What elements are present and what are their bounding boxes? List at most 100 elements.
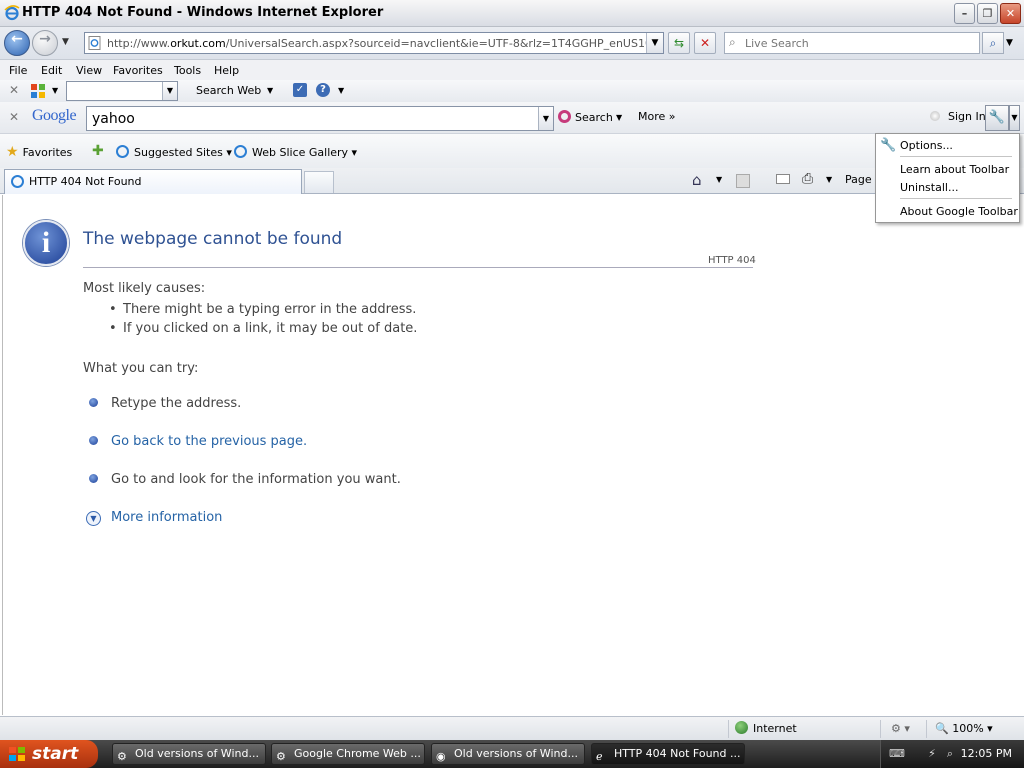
taskbar-item-active[interactable]: ℯ HTTP 404 Not Found ... [591, 743, 745, 765]
print-icon[interactable]: ⎙ [802, 171, 813, 187]
menu-edit[interactable]: Edit [41, 64, 62, 77]
refresh-button[interactable]: ⇆ [668, 32, 690, 54]
search-options-dropdown[interactable]: ▼ [1006, 38, 1013, 48]
maximize-button[interactable]: ❐ [977, 3, 998, 24]
recent-pages-dropdown[interactable]: ▼ [62, 37, 69, 47]
menu-item-uninstall[interactable]: Uninstall... [900, 181, 958, 194]
menu-file[interactable]: File [9, 64, 27, 77]
home-icon[interactable]: ⌂ [692, 171, 702, 189]
taskbar-item[interactable]: ◉ Old versions of Wind... [431, 743, 585, 765]
zoom-level: 100% [952, 722, 984, 735]
addon-toolbar: ✕ ▼ ▼ Search Web ▼ ✓ ? ▼ [0, 80, 1024, 102]
live-search-box[interactable]: ⌕ [724, 32, 980, 54]
live-search-input[interactable] [745, 35, 975, 51]
menu-tools[interactable]: Tools [174, 64, 201, 77]
network-icon[interactable]: ⚡ [925, 747, 939, 761]
app-icon: ⚙ [276, 750, 286, 763]
bullet-icon [89, 474, 98, 483]
more-information-link[interactable]: More information [111, 510, 222, 525]
feeds-icon[interactable] [736, 174, 750, 188]
home-dropdown-icon[interactable]: ▼ [716, 175, 722, 184]
start-button[interactable]: start [0, 740, 98, 768]
search-web-dropdown-icon[interactable]: ▼ [267, 86, 273, 95]
taskbar: start ⚙ Old versions of Wind... ⚙ Google C… [0, 740, 1024, 768]
chrome-icon: ◉ [436, 750, 446, 763]
checkmark-icon[interactable]: ✓ [293, 83, 307, 97]
zoom-icon: 🔍 [935, 722, 949, 735]
bullet-icon [89, 398, 98, 407]
web-slice-gallery-link[interactable]: Web Slice Gallery ▾ [234, 145, 357, 159]
menu-view[interactable]: View [76, 64, 102, 77]
go-back-link[interactable]: Go back to the previous page. [111, 434, 307, 449]
tab-http-404[interactable]: HTTP 404 Not Found [4, 169, 302, 194]
taskbar-item[interactable]: ⚙ Old versions of Wind... [112, 743, 266, 765]
chevron-down-icon[interactable]: ▼ [538, 107, 553, 130]
web-slice-label: Web Slice Gallery ▾ [252, 146, 358, 159]
google-search-box[interactable]: ▼ [86, 106, 554, 131]
menu-help[interactable]: Help [214, 64, 239, 77]
wrench-icon: 🔧 [880, 138, 897, 153]
mail-icon[interactable] [776, 174, 790, 184]
minimize-button[interactable]: – [954, 3, 975, 24]
wrench-dropdown-icon[interactable]: ▼ [1009, 105, 1020, 131]
back-button[interactable]: ← [4, 30, 30, 56]
wrench-icon[interactable]: 🔧 [985, 105, 1009, 131]
security-zone[interactable]: Internet [728, 720, 797, 738]
menu-separator [900, 156, 1012, 157]
address-field[interactable]: http://www.orkut.com/UniversalSearch.asp… [84, 32, 664, 54]
stop-button[interactable]: ✕ [694, 32, 716, 54]
sign-in-button[interactable]: Sign In [930, 110, 986, 123]
page-ie-icon [88, 36, 101, 50]
ie-icon [11, 175, 24, 188]
zoom-dropdown-icon: ▾ [987, 722, 993, 735]
page-menu-button[interactable]: Page [845, 173, 872, 186]
new-tab-button[interactable] [304, 171, 334, 193]
close-toolbar-icon[interactable]: ✕ [9, 83, 19, 97]
live-search-go-button[interactable]: ⌕ [982, 32, 1004, 54]
more-button[interactable]: More » [638, 110, 676, 123]
favorites-button[interactable]: ★ Favorites [6, 144, 72, 160]
task-label: HTTP 404 Not Found ... [614, 747, 741, 760]
chevron-down-icon[interactable]: ▼ [162, 82, 177, 100]
google-search-button[interactable]: Search [558, 110, 613, 124]
google-toolbar-menu: 🔧 Options... Learn about Toolbar Uninsta… [875, 133, 1020, 223]
protected-mode-icon[interactable]: ⚙ ▾ [880, 720, 910, 738]
address-dropdown-button[interactable]: ▼ [646, 33, 663, 53]
forward-button[interactable]: → [32, 30, 58, 56]
url-prefix: http://www. [107, 37, 171, 50]
logo-dropdown-icon[interactable]: ▼ [52, 86, 58, 95]
search-dropdown-icon[interactable]: ▼ [616, 113, 622, 122]
taskbar-item[interactable]: ⚙ Google Chrome Web ... [271, 743, 425, 765]
windows-logo-icon[interactable] [30, 83, 46, 99]
globe-icon [735, 721, 748, 734]
close-toolbar-icon[interactable]: ✕ [9, 110, 19, 124]
google-search-label: Search [575, 111, 613, 124]
search-icon: ⌕ [729, 35, 736, 49]
toolbar-search-combo[interactable]: ▼ [66, 81, 178, 101]
zoom-control[interactable]: 🔍 100% ▾ [926, 720, 993, 738]
print-dropdown-icon[interactable]: ▼ [826, 175, 832, 184]
windows-flag-icon [9, 747, 25, 761]
url-rest: /UniversalSearch.aspx?sourceid=navclient… [225, 37, 647, 50]
url-text: http://www.orkut.com/UniversalSearch.asp… [107, 37, 647, 50]
menu-favorites[interactable]: Favorites [113, 64, 163, 77]
app-icon: ⚙ [117, 750, 127, 763]
favorites-bar: ★ Favorites ✚ Suggested Sites ▾ Web Slice… [0, 134, 1024, 168]
search-ring-icon [558, 110, 571, 123]
search-tray-icon[interactable]: ⌕ [943, 747, 957, 761]
cause-item: If you clicked on a link, it may be out … [123, 321, 418, 336]
suggested-sites-link[interactable]: Suggested Sites ▾ [116, 145, 232, 159]
google-search-input[interactable] [92, 110, 532, 128]
menu-item-options[interactable]: Options... [900, 139, 953, 152]
menu-item-learn-about-toolbar[interactable]: Learn about Toolbar [900, 163, 1009, 176]
help-dropdown-icon[interactable]: ▼ [338, 86, 344, 95]
expand-chevron-icon[interactable]: ▼ [86, 511, 101, 526]
keyboard-icon[interactable]: ⌨ [889, 747, 905, 761]
help-icon[interactable]: ? [316, 83, 330, 97]
close-window-button[interactable]: ✕ [1000, 3, 1021, 24]
ie-icon: ℯ [596, 750, 603, 763]
menu-item-about-google-toolbar[interactable]: About Google Toolbar [900, 205, 1018, 218]
add-to-favorites-icon[interactable]: ✚ [92, 143, 104, 159]
search-web-button[interactable]: Search Web [196, 84, 261, 97]
task-label: Old versions of Wind... [135, 747, 259, 760]
